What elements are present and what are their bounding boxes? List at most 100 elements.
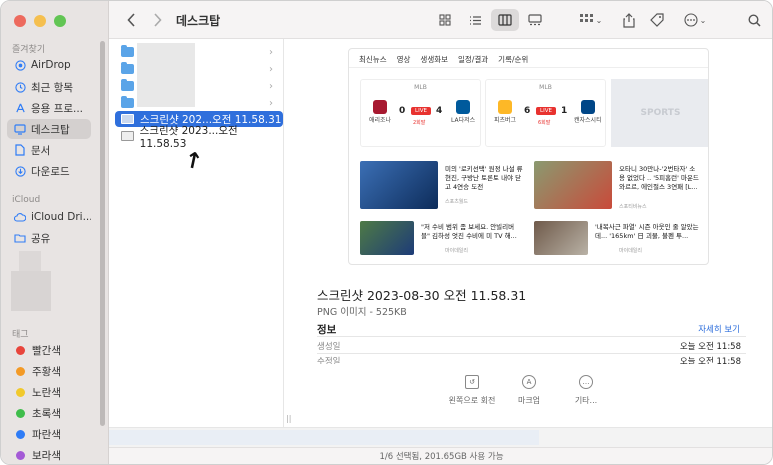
live-badge: LIVE: [411, 107, 431, 115]
away-team: LA다저스: [451, 117, 476, 124]
image-thumbnail[interactable]: 최신뉴스 영상 생생화보 일정/결과 기록/순위 MLB 0 LIVE 2회말 …: [348, 48, 709, 265]
folder-row[interactable]: ›: [115, 78, 283, 94]
sidebar-item-recents[interactable]: 최근 항목: [7, 77, 91, 97]
sidebar-tag-blue[interactable]: 파란색: [7, 424, 91, 444]
folder-row[interactable]: ›: [115, 95, 283, 111]
info-header: 정보: [317, 324, 337, 336]
sidebar-item-airdrop[interactable]: AirDrop: [7, 55, 91, 75]
sidebar-item-label: AirDrop: [31, 59, 71, 71]
sidebar: 즐겨찾기 AirDrop 최근 항목 응용 프로... 데스크탑 문서 다운로드…: [1, 1, 109, 464]
show-more-link[interactable]: 자세히 보기: [698, 323, 740, 335]
file-row[interactable]: 스크린샷 2023...오전 11.58.53: [115, 125, 283, 150]
thumb-nav-item: 생생화보: [420, 55, 449, 64]
news-title: "저 수비 범위 좀 보세요. 안빌리버블" 김하성 엇진 수비에 미 TV 해…: [421, 223, 517, 240]
sidebar-item-downloads[interactable]: 다운로드: [7, 161, 91, 181]
sidebar-item-shared[interactable]: 공유: [7, 228, 91, 248]
finder-window: 즐겨찾기 AirDrop 최근 항목 응용 프로... 데스크탑 문서 다운로드…: [0, 0, 773, 465]
action-label: 왼쪽으로 회전: [448, 396, 496, 405]
more-button[interactable]: … 기타...: [551, 375, 621, 406]
news-photo: [534, 221, 588, 255]
blurred-region: [11, 271, 51, 311]
sidebar-tag-purple[interactable]: 보라색: [7, 445, 91, 464]
chevron-down-icon: ⌄: [595, 15, 603, 25]
sidebar-item-documents[interactable]: 문서: [7, 140, 91, 160]
markup-icon: A: [522, 375, 536, 389]
home-score: 0: [399, 106, 406, 116]
back-button[interactable]: [123, 10, 139, 30]
image-file-icon: [121, 131, 134, 141]
forward-button[interactable]: [149, 10, 165, 30]
folder-row[interactable]: ›: [115, 61, 283, 77]
chevron-right-icon: ›: [269, 46, 273, 58]
tag-button[interactable]: [647, 10, 667, 30]
chevron-right-icon: ›: [269, 80, 273, 92]
search-button[interactable]: [745, 10, 763, 30]
share-button[interactable]: [619, 10, 639, 30]
preview-subtitle: PNG 이미지 - 525KB: [317, 307, 407, 318]
modified-value: 오늘 오전 11:58: [679, 357, 741, 364]
applications-icon: [14, 102, 26, 114]
divider: [317, 336, 746, 337]
news-title: 미의 '로키선택' 원정 나설 류현진, 구방난 토론토 내야 닫고 4연승 도…: [445, 165, 523, 191]
sidebar-tag-orange[interactable]: 주황색: [7, 361, 91, 381]
sidebar-scrollbar[interactable]: [100, 41, 105, 426]
sidebar-item-desktop[interactable]: 데스크탑: [7, 119, 91, 139]
icloud-header: iCloud: [12, 195, 41, 205]
chevron-down-icon: ⌄: [699, 15, 707, 25]
chevron-right-icon: [153, 13, 162, 27]
preview-panel: 최신뉴스 영상 생생화보 일정/결과 기록/순위 MLB 0 LIVE 2회말 …: [292, 39, 772, 427]
column-resize-handle[interactable]: ||: [286, 414, 291, 423]
gallery-icon: [528, 14, 542, 26]
action-label: 기타...: [574, 396, 598, 405]
away-score: 1: [561, 106, 568, 116]
folder-icon: [121, 79, 134, 91]
news-source: 스포츠월드: [445, 199, 469, 205]
news-photo: [360, 221, 414, 255]
created-value: 오늘 오전 11:58: [679, 342, 741, 352]
sidebar-item-label: 주황색: [32, 365, 61, 378]
status-bar: 1/6 선택됨, 201.65GB 사용 가능: [109, 447, 772, 464]
column-view-button[interactable]: [491, 9, 519, 31]
news-source: 마이데일리: [445, 248, 469, 254]
news-title: '내복사근 파열' 시즌 아웃인 줄 알았는데... '165km' 日 괴물,…: [595, 223, 699, 240]
file-column: › › › › 스크린샷 202...오전 11.58.31 스크린샷 2023…: [109, 39, 284, 427]
close-button[interactable]: [14, 15, 26, 27]
minimize-button[interactable]: [34, 15, 46, 27]
blurred-region: [109, 430, 539, 445]
modified-row-clipped: 수정일 오늘 오전 11:58: [292, 355, 772, 364]
folder-row[interactable]: ›: [115, 44, 283, 60]
group-button[interactable]: ⌄: [577, 10, 605, 30]
sidebar-tag-yellow[interactable]: 노란색: [7, 382, 91, 402]
folder-icon: [121, 45, 134, 57]
tag-color-dot: [16, 387, 25, 397]
zoom-button[interactable]: [54, 15, 66, 27]
path-bar: [109, 427, 772, 447]
share-icon: [623, 12, 635, 28]
toolbar: 데스크탑 ⌄ ⌄: [109, 1, 772, 39]
sidebar-item-icloud-drive[interactable]: iCloud Dri...: [7, 207, 91, 227]
news-photo: [534, 161, 612, 209]
home-team: 피츠버그: [494, 117, 517, 124]
favorites-header: 즐겨찾기: [12, 45, 46, 55]
sidebar-item-applications[interactable]: 응용 프로...: [7, 98, 91, 118]
list-icon: [469, 15, 481, 25]
sidebar-item-label: iCloud Dri...: [31, 211, 91, 223]
tag-color-dot: [16, 408, 25, 418]
more-actions-button[interactable]: ⌄: [681, 10, 709, 30]
list-view-button[interactable]: [461, 9, 489, 31]
sidebar-item-label: 데스크탑: [31, 123, 70, 136]
thumbnail-nav: 최신뉴스 영상 생생화보 일정/결과 기록/순위: [349, 49, 708, 68]
sidebar-item-label: 빨간색: [32, 344, 61, 357]
tag-icon: [650, 13, 664, 27]
news-source: 스포티비뉴스: [619, 204, 647, 210]
sidebar-tag-red[interactable]: 빨간색: [7, 340, 91, 360]
inning-label: 2회말: [413, 120, 426, 126]
team-logo-icon: [373, 100, 387, 114]
preview-title: 스크린샷 2023-08-30 오전 11.58.31: [317, 288, 527, 303]
gallery-view-button[interactable]: [521, 9, 549, 31]
sidebar-tag-green[interactable]: 초록색: [7, 403, 91, 423]
news-title: 오타니 30만나-'2번타자' 소용 없었다 .. '5피홈런' 마운드 와르르…: [619, 165, 699, 191]
sidebar-item-label: 노란색: [32, 386, 61, 399]
icon-view-button[interactable]: [431, 9, 459, 31]
blurred-region: [19, 251, 41, 273]
